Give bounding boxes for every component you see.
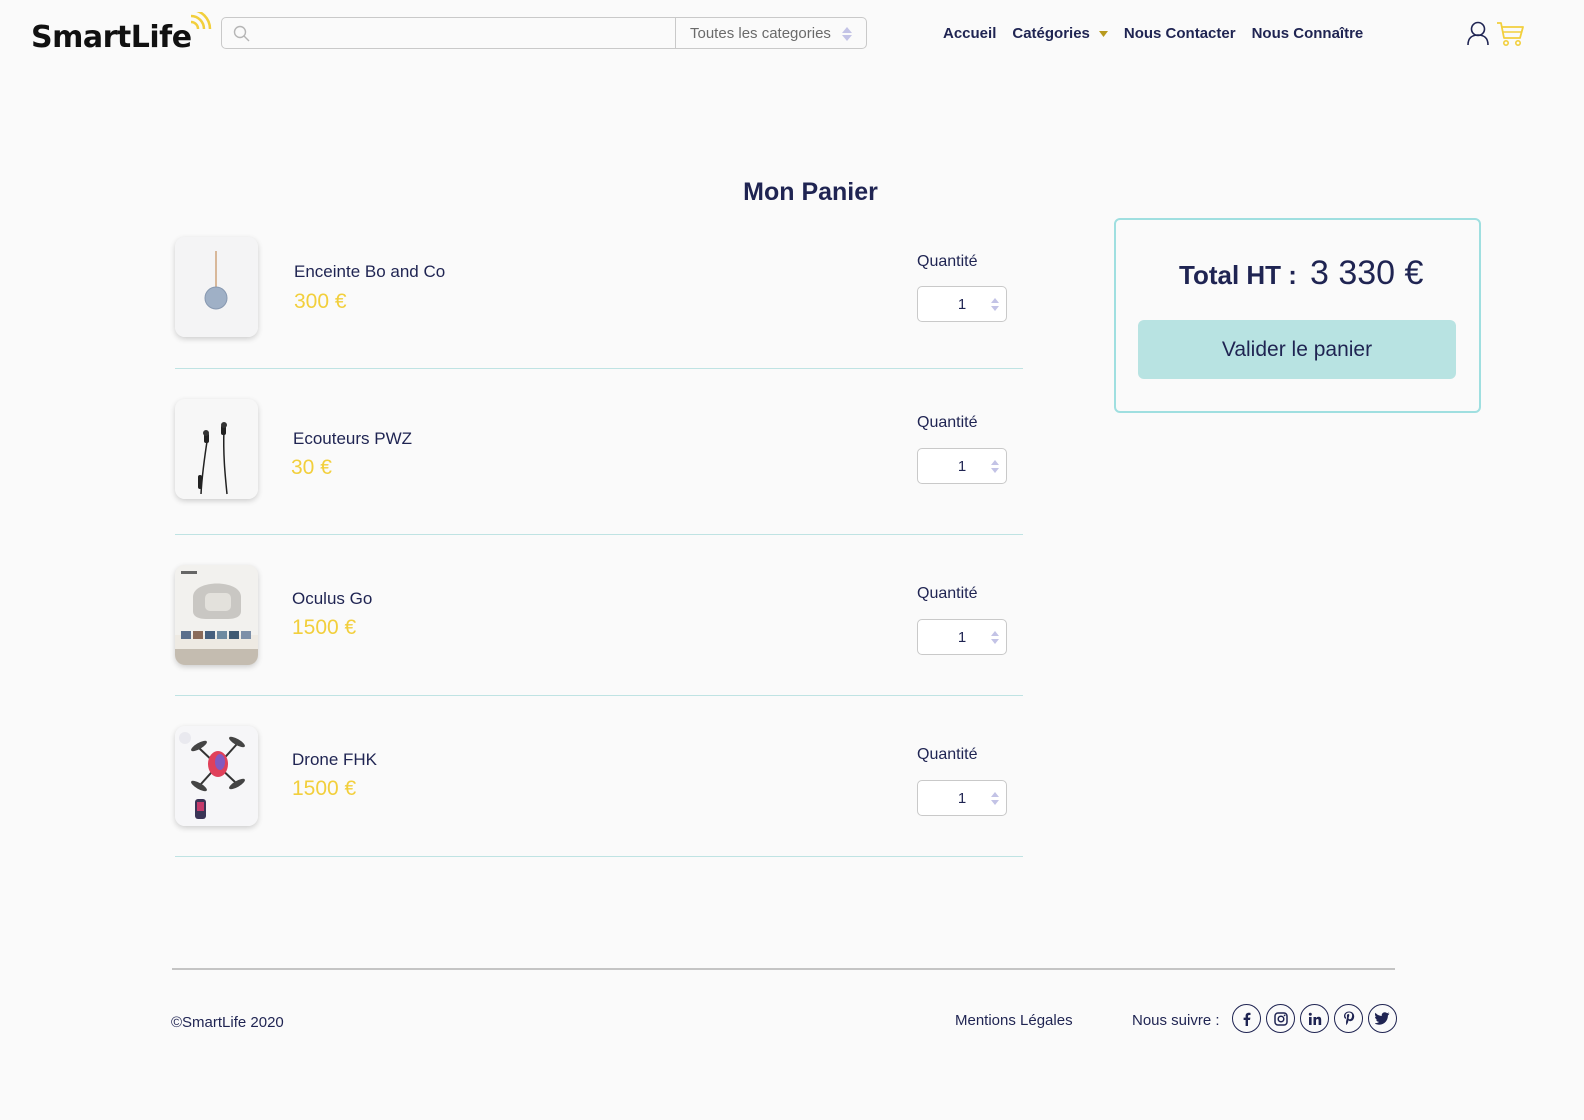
search-icon xyxy=(233,25,250,42)
main-nav: Accueil Catégories Nous Contacter Nous C… xyxy=(943,25,1363,42)
item-name: Enceinte Bo and Co xyxy=(294,262,446,281)
item-divider xyxy=(175,695,1023,696)
oculus-box-image xyxy=(175,565,258,665)
item-price: 300 € xyxy=(294,290,347,313)
social-links xyxy=(1232,1004,1397,1033)
stepper-arrows-icon[interactable] xyxy=(991,792,999,805)
item-price: 30 € xyxy=(291,456,332,479)
follow-label: Nous suivre : xyxy=(1132,1012,1220,1029)
logo-text: SmartLife xyxy=(31,20,192,55)
product-image-oculus[interactable] xyxy=(175,565,258,665)
item-divider xyxy=(175,534,1023,535)
nav-contact[interactable]: Nous Contacter xyxy=(1124,25,1236,42)
instagram-icon[interactable] xyxy=(1266,1004,1295,1033)
category-select[interactable]: Toutes les categories xyxy=(676,18,866,48)
nav-about[interactable]: Nous Connaître xyxy=(1252,25,1364,42)
cart-item: Drone FHK 1500 € Quantité 1 xyxy=(175,726,1023,857)
item-divider xyxy=(175,368,1023,369)
cart-item: Enceinte Bo and Co 300 € Quantité 1 xyxy=(175,237,1023,369)
quantity-stepper[interactable]: 1 xyxy=(917,619,1007,655)
item-name: Oculus Go xyxy=(292,589,373,608)
quantity-label: Quantité xyxy=(917,746,978,763)
cart-icon[interactable] xyxy=(1496,21,1524,47)
item-name: Drone FHK xyxy=(292,750,378,769)
earphones-image xyxy=(175,399,258,499)
pinterest-icon[interactable] xyxy=(1334,1004,1363,1033)
cart-item: Ecouteurs PWZ 30 € Quantité 1 xyxy=(175,399,1023,535)
stepper-arrows-icon[interactable] xyxy=(991,298,999,311)
footer-divider xyxy=(172,968,1395,970)
page-title: Mon Panier xyxy=(743,178,878,206)
legal-link[interactable]: Mentions Légales xyxy=(955,1012,1073,1029)
select-arrows-icon xyxy=(842,27,852,41)
item-divider xyxy=(175,856,1023,857)
cart-item: Oculus Go 1500 € Quantité 1 xyxy=(175,565,1023,696)
twitter-icon[interactable] xyxy=(1368,1004,1397,1033)
quantity-value: 1 xyxy=(957,628,967,646)
nav-accueil[interactable]: Accueil xyxy=(943,25,996,42)
total-label: Total HT : xyxy=(1179,260,1297,290)
quantity-label: Quantité xyxy=(917,585,978,602)
stepper-arrows-icon[interactable] xyxy=(991,460,999,473)
product-image-speaker[interactable] xyxy=(175,237,258,337)
wifi-waves-icon xyxy=(190,12,211,30)
quantity-value: 1 xyxy=(957,457,967,475)
logo[interactable]: SmartLife xyxy=(31,12,214,56)
total-value: 3 330 € xyxy=(1310,254,1424,292)
search-input[interactable] xyxy=(222,18,675,48)
item-price: 1500 € xyxy=(292,616,357,639)
facebook-icon[interactable] xyxy=(1232,1004,1261,1033)
caret-down-icon xyxy=(1098,30,1108,37)
quantity-stepper[interactable]: 1 xyxy=(917,286,1007,322)
item-name: Ecouteurs PWZ xyxy=(293,429,413,448)
product-image-drone[interactable] xyxy=(175,726,258,826)
quantity-value: 1 xyxy=(957,295,967,313)
speaker-image xyxy=(175,237,258,337)
category-select-value: Toutes les categories xyxy=(690,24,831,42)
item-price: 1500 € xyxy=(292,777,357,800)
quantity-value: 1 xyxy=(957,789,967,807)
drone-image xyxy=(175,726,258,826)
validate-cart-button[interactable]: Valider le panier xyxy=(1138,320,1456,379)
copyright: ©SmartLife 2020 xyxy=(171,1014,284,1031)
nav-categories[interactable]: Catégories xyxy=(1012,25,1108,42)
product-image-earphones[interactable] xyxy=(175,399,258,499)
nav-categories-label: Catégories xyxy=(1012,25,1090,42)
quantity-label: Quantité xyxy=(917,253,978,270)
linkedin-icon[interactable] xyxy=(1300,1004,1329,1033)
search-bar: Toutes les categories xyxy=(221,17,867,49)
quantity-stepper[interactable]: 1 xyxy=(917,448,1007,484)
user-icon[interactable] xyxy=(1467,21,1489,46)
search-field-wrap xyxy=(222,18,676,48)
stepper-arrows-icon[interactable] xyxy=(991,631,999,644)
quantity-label: Quantité xyxy=(917,414,978,431)
quantity-stepper[interactable]: 1 xyxy=(917,780,1007,816)
order-summary: Total HT : 3 330 € Valider le panier xyxy=(1114,218,1481,413)
